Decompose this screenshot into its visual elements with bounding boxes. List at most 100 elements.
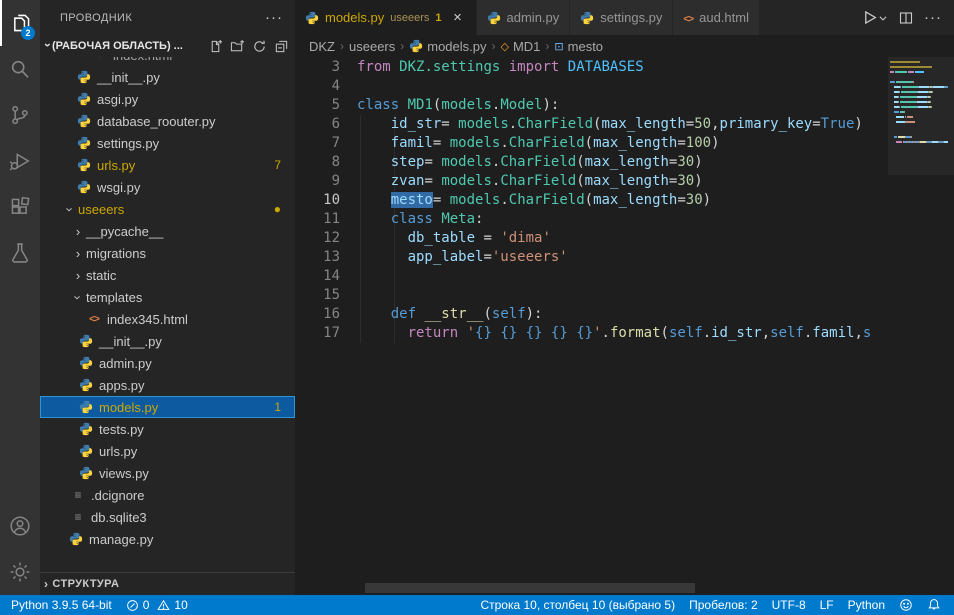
minimap-line xyxy=(895,71,907,73)
breadcrumb-item-useeers[interactable]: useeers xyxy=(349,39,395,54)
code-line[interactable]: 6 id_str= models.CharField(max_length=50… xyxy=(295,115,888,134)
settings-gear-icon[interactable] xyxy=(0,549,40,595)
tree-item-admin.py[interactable]: admin.py xyxy=(40,352,295,374)
tab-models.py[interactable]: models.pyuseeers1× xyxy=(295,0,477,35)
minimap-line xyxy=(944,141,948,143)
tree-item-__init__.py[interactable]: __init__.py xyxy=(40,66,295,88)
extensions-icon[interactable] xyxy=(0,184,40,230)
code-line[interactable]: 13 app_label='useeers' xyxy=(295,248,888,267)
tree-item-useeers[interactable]: ›useeers● xyxy=(40,198,295,220)
tree-item-settings.py[interactable]: settings.py xyxy=(40,132,295,154)
source-control-icon[interactable] xyxy=(0,92,40,138)
tree-item-manage.py[interactable]: manage.py xyxy=(40,528,295,550)
code-area[interactable]: 3from DKZ.settings import DATABASES45cla… xyxy=(295,58,888,343)
code-line[interactable]: 17 return '{} {} {} {} {}'.format(self.i… xyxy=(295,324,888,343)
notifications-bell-icon[interactable] xyxy=(920,595,948,615)
tree-item-urls.py[interactable]: urls.py7 xyxy=(40,154,295,176)
tree-item-label: admin.py xyxy=(99,356,152,371)
editor-more-icon[interactable]: ··· xyxy=(924,9,942,26)
breadcrumb-separator: › xyxy=(340,39,344,53)
problems-status[interactable]: 0 10 xyxy=(119,595,195,615)
code-line[interactable]: 14 xyxy=(295,267,888,286)
breadcrumb-item-mesto[interactable]: ⊡mesto xyxy=(554,39,603,54)
tree-item-label: views.py xyxy=(99,466,149,481)
encoding-status[interactable]: UTF-8 xyxy=(765,595,813,615)
explorer-icon[interactable]: 2 xyxy=(0,0,40,46)
close-icon[interactable]: × xyxy=(450,9,466,26)
code-line[interactable]: 12 db_table = 'dima' xyxy=(295,229,888,248)
refresh-icon[interactable] xyxy=(252,39,267,54)
language-mode-status[interactable]: Python xyxy=(841,595,892,615)
tree-item-database_roouter.py[interactable]: database_roouter.py xyxy=(40,110,295,132)
code-text: mesto= models.CharField(max_length=30) xyxy=(357,191,711,210)
tree-item-db.sqlite3[interactable]: ≡db.sqlite3 xyxy=(40,506,295,528)
tree-item-__init__.py[interactable]: __init__.py xyxy=(40,330,295,352)
tab-aud.html[interactable]: <>aud.html xyxy=(673,0,760,35)
tree-item-.dcignore[interactable]: ≡.dcignore xyxy=(40,484,295,506)
tree-item-static[interactable]: ›static xyxy=(40,264,295,286)
breadcrumb-item-DKZ[interactable]: DKZ xyxy=(309,39,335,54)
minimap-line xyxy=(918,106,928,108)
python-file-icon xyxy=(76,135,92,151)
minimap-line xyxy=(894,111,899,113)
indentation-status[interactable]: Пробелов: 2 xyxy=(682,595,765,615)
tree-item-models.py[interactable]: models.py1 xyxy=(40,396,295,418)
minimap-line xyxy=(918,91,928,93)
code-line[interactable]: 7 famil= models.CharField(max_length=100… xyxy=(295,134,888,153)
run-debug-icon[interactable] xyxy=(0,138,40,184)
account-icon[interactable] xyxy=(0,503,40,549)
tree-item-urls.py[interactable]: urls.py xyxy=(40,440,295,462)
code-line[interactable]: 4 xyxy=(295,77,888,96)
tree-item-asgi.py[interactable]: asgi.py xyxy=(40,88,295,110)
breadcrumb-item-MD1[interactable]: ◇MD1 xyxy=(501,39,541,54)
breadcrumb-item-models.py[interactable]: models.py xyxy=(409,39,486,54)
cursor-position-status[interactable]: Строка 10, столбец 10 (выбрано 5) xyxy=(473,595,682,615)
outline-section-header[interactable]: › СТРУКТУРА xyxy=(40,572,295,595)
tree-item-wsgi.py[interactable]: wsgi.py xyxy=(40,176,295,198)
search-icon[interactable] xyxy=(0,46,40,92)
minimap-line xyxy=(933,86,944,88)
horizontal-scrollbar[interactable] xyxy=(365,583,695,593)
code-line[interactable]: 5class MD1(models.Model): xyxy=(295,96,888,115)
code-line[interactable]: 8 step= models.CharField(max_length=30) xyxy=(295,153,888,172)
tree-item-index.html[interactable]: <>index.html xyxy=(40,57,295,66)
code-line[interactable]: 16 def __str__(self): xyxy=(295,305,888,324)
code-line[interactable]: 11 class Meta: xyxy=(295,210,888,229)
code-line[interactable]: 10 mesto= models.CharField(max_length=30… xyxy=(295,191,888,210)
code-line[interactable]: 15 xyxy=(295,286,888,305)
chevron-down-icon: › xyxy=(41,43,55,47)
python-interpreter-status[interactable]: Python 3.9.5 64-bit xyxy=(4,595,119,615)
run-button[interactable] xyxy=(861,9,888,26)
minimap-line xyxy=(896,116,904,118)
tab-admin.py[interactable]: admin.py xyxy=(477,0,571,35)
new-file-icon[interactable] xyxy=(208,39,223,54)
testing-icon[interactable] xyxy=(0,230,40,276)
minimap-line xyxy=(910,136,912,138)
code-line[interactable]: 9 zvan= models.CharField(max_length=30) xyxy=(295,172,888,191)
explorer-more-icon[interactable]: ··· xyxy=(265,9,283,26)
problem-badge: 1 xyxy=(274,400,281,414)
tree-item-tests.py[interactable]: tests.py xyxy=(40,418,295,440)
new-folder-icon[interactable] xyxy=(230,39,245,54)
workspace-section-header[interactable]: › (РАБОЧАЯ ОБЛАСТЬ) ... xyxy=(40,35,295,57)
tree-item-templates[interactable]: ›templates xyxy=(40,286,295,308)
tree-item-__pycache__[interactable]: ›__pycache__ xyxy=(40,220,295,242)
tab-settings.py[interactable]: settings.py xyxy=(570,0,673,35)
code-text: famil= models.CharField(max_length=100) xyxy=(357,134,720,153)
minimap[interactable] xyxy=(888,57,954,595)
code-line[interactable]: 3from DKZ.settings import DATABASES xyxy=(295,58,888,77)
line-number: 12 xyxy=(295,229,340,248)
minimap-line xyxy=(890,66,932,68)
collapse-all-icon[interactable] xyxy=(274,39,289,54)
minimap-line xyxy=(912,81,914,83)
eol-status[interactable]: LF xyxy=(813,595,841,615)
split-editor-icon[interactable] xyxy=(898,10,914,26)
tree-item-index345.html[interactable]: <>index345.html xyxy=(40,308,295,330)
tree-item-apps.py[interactable]: apps.py xyxy=(40,374,295,396)
tree-item-migrations[interactable]: ›migrations xyxy=(40,242,295,264)
explorer-badge: 2 xyxy=(21,26,35,40)
feedback-icon[interactable] xyxy=(892,595,920,615)
file-icon: ≡ xyxy=(70,509,86,525)
tree-item-views.py[interactable]: views.py xyxy=(40,462,295,484)
editor-content[interactable]: 3from DKZ.settings import DATABASES45cla… xyxy=(295,57,954,595)
